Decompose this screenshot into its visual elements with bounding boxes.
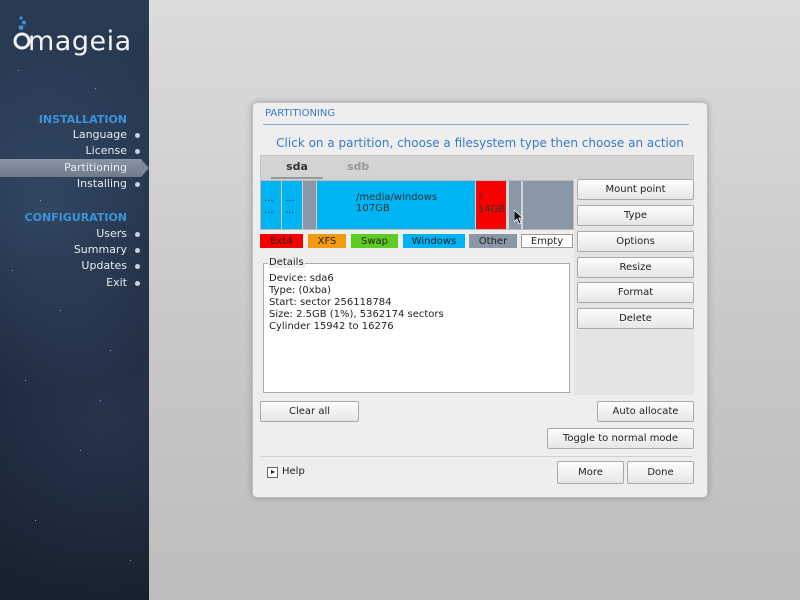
installation-section-title: INSTALLATION <box>38 113 127 126</box>
partition-segment[interactable] <box>303 181 316 229</box>
configuration-section-title: CONFIGURATION <box>24 211 127 224</box>
details-title: Details <box>268 257 305 268</box>
partition-label-top: ... <box>285 193 295 204</box>
details-line: Type: (0xba) <box>269 285 332 296</box>
legend-swap: Swap <box>351 234 398 248</box>
details-line: Device: sda6 <box>269 273 334 284</box>
bullet-icon <box>135 232 140 237</box>
partition-segment[interactable] <box>523 181 573 229</box>
play-icon <box>267 467 278 478</box>
legend-windows: Windows <box>403 234 465 248</box>
delete-button[interactable]: Delete <box>577 308 694 329</box>
partition-label-top: / <box>479 192 483 203</box>
details-box: Details Device: sda6 Type: (0xba) Start:… <box>263 257 570 393</box>
sidebar-item-label: Users <box>96 227 127 240</box>
sidebar-item-language: Language <box>72 127 140 143</box>
bullet-icon <box>135 133 140 138</box>
details-line: Size: 2.5GB (1%), 5362174 sectors <box>269 309 444 320</box>
footer-divider <box>260 456 692 457</box>
sidebar-item-installing: Installing <box>76 176 140 192</box>
sidebar-item-label: Summary <box>73 243 127 256</box>
partition-label-top: ... <box>264 193 274 204</box>
format-button[interactable]: Format <box>577 282 694 303</box>
sidebar-item-license: License <box>85 143 140 159</box>
sidebar: mageia INSTALLATION Language License Par… <box>0 0 149 600</box>
sidebar-active-arrow <box>141 159 149 177</box>
resize-button[interactable]: Resize <box>577 257 694 278</box>
sidebar-item-exit: Exit <box>106 275 140 291</box>
legend-empty: Empty <box>521 234 573 248</box>
mouse-cursor-icon <box>514 210 524 225</box>
sidebar-item-label: Installing <box>76 177 127 190</box>
details-line: Cylinder 15942 to 16276 <box>269 321 394 332</box>
sidebar-item-users: Users <box>96 226 140 242</box>
tab-active-indicator <box>271 177 323 179</box>
partition-segment[interactable]: ... ... <box>261 181 281 229</box>
mount-point-button[interactable]: Mount point <box>577 179 694 200</box>
tab-sdb[interactable]: sdb <box>347 160 369 173</box>
type-button[interactable]: Type <box>577 205 694 226</box>
bullet-icon <box>135 182 140 187</box>
legend-other: Other <box>469 234 517 248</box>
disk-tabs: sda sdb <box>260 155 694 181</box>
bullet-icon <box>135 248 140 253</box>
details-line: Start: sector 256118784 <box>269 297 392 308</box>
done-button[interactable]: Done <box>627 461 694 484</box>
partition-label-top: /media/windows <box>356 192 438 203</box>
sidebar-item-label: License <box>85 144 127 157</box>
sidebar-item-updates: Updates <box>81 258 140 274</box>
partition-segment[interactable]: ... ... <box>282 181 302 229</box>
sidebar-item-label: Updates <box>81 259 127 272</box>
bullet-icon <box>135 264 140 269</box>
sidebar-item-partitioning: Partitioning <box>64 160 127 176</box>
instruction-text: Click on a partition, choose a filesyste… <box>276 136 684 150</box>
legend-ext4: Ext4 <box>260 234 303 248</box>
options-button[interactable]: Options <box>577 231 694 252</box>
mageia-logo-text: mageia <box>28 26 132 57</box>
title-divider <box>263 124 689 125</box>
toggle-normal-mode-button[interactable]: Toggle to normal mode <box>547 428 694 449</box>
more-button[interactable]: More <box>557 461 624 484</box>
partitioning-dialog: PARTITIONING Click on a partition, choos… <box>252 102 708 498</box>
bullet-icon <box>135 281 140 286</box>
tab-sda[interactable]: sda <box>276 160 318 173</box>
partition-label-bottom: 107GB <box>356 203 390 214</box>
bullet-icon <box>135 149 140 154</box>
help-label: Help <box>282 466 305 477</box>
sidebar-item-label: Language <box>72 128 127 141</box>
sidebar-item-label: Exit <box>106 276 127 289</box>
partition-segment[interactable]: /media/windows 107GB <box>317 181 475 229</box>
auto-allocate-button[interactable]: Auto allocate <box>597 401 694 422</box>
dialog-title: PARTITIONING <box>265 108 336 119</box>
sidebar-item-label: Partitioning <box>64 161 127 174</box>
partition-label-bottom: ... <box>285 205 295 216</box>
partition-bar: ... ... ... ... /media/windows 107GB / 1… <box>260 180 574 230</box>
partition-label-bottom: ... <box>264 205 274 216</box>
sidebar-item-summary: Summary <box>73 242 140 258</box>
clear-all-button[interactable]: Clear all <box>260 401 359 422</box>
partition-segment[interactable]: / 14GB <box>476 181 506 229</box>
legend-xfs: XFS <box>308 234 346 248</box>
partition-label-bottom: 14GB <box>478 204 506 215</box>
